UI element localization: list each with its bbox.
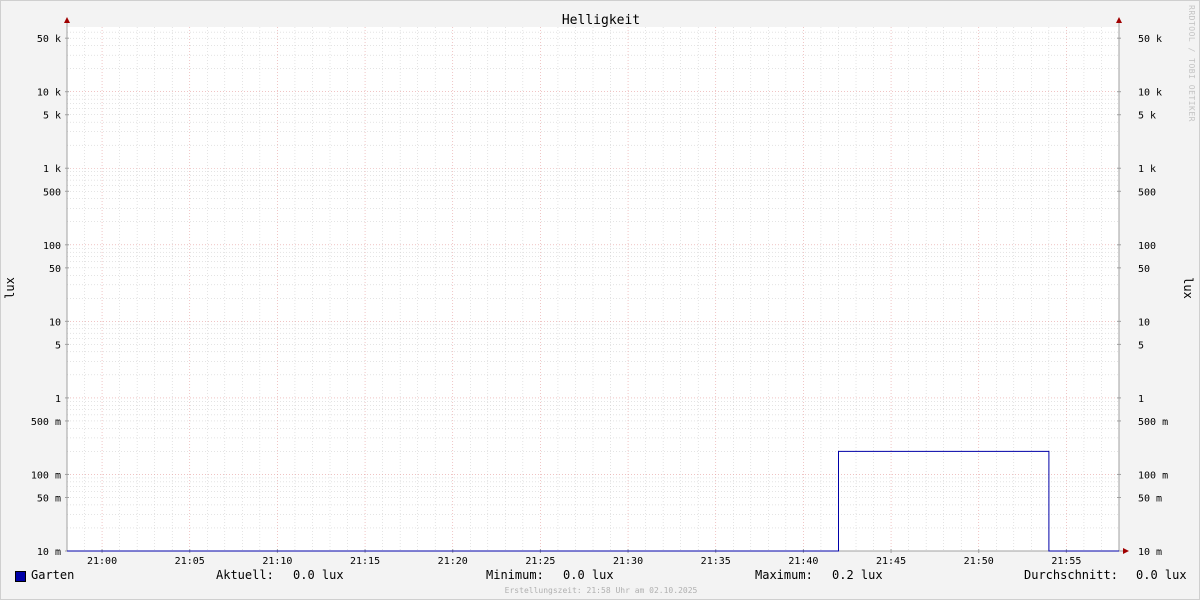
y-tick-label-left: 100 (43, 241, 61, 252)
legend-swatch-garten (15, 571, 26, 582)
x-tick-label: 21:25 (525, 556, 555, 567)
legend-maximum-value: 0.2 lux (832, 568, 883, 582)
y-tick-label-left: 1 (55, 394, 61, 405)
x-tick-label: 21:30 (613, 556, 643, 567)
chart-title: Helligkeit (562, 13, 640, 28)
y-tick-label-left: 500 (43, 187, 61, 198)
y-tick-label-right: 100 m (1138, 470, 1168, 481)
x-tick-label: 21:50 (964, 556, 994, 567)
creation-time-credit: Erstellungszeit: 21:58 Uhr am 02.10.2025 (504, 586, 698, 595)
x-tick-label: 21:05 (175, 556, 205, 567)
x-tick-label: 21:20 (438, 556, 468, 567)
y-tick-label-right: 50 m (1138, 493, 1162, 504)
x-axis-arrow (1123, 548, 1129, 554)
legend-avg-value: 0.0 lux (1136, 568, 1187, 582)
y-tick-label-right: 5 (1138, 340, 1144, 351)
y-tick-label-right: 50 k (1138, 34, 1162, 45)
y-axis-label-right: lux (1181, 277, 1195, 299)
y-tick-label-left: 500 m (31, 417, 61, 428)
y-tick-label-right: 50 (1138, 264, 1150, 275)
y-axis-label-left: lux (3, 277, 17, 299)
legend-minimum-value: 0.0 lux (563, 568, 614, 582)
x-tick-label: 21:35 (701, 556, 731, 567)
y-axis-right-arrow (1116, 17, 1122, 23)
y-tick-label-left: 10 m (37, 547, 61, 558)
rrdtool-watermark: RRDTOOL / TOBI OETIKER (1187, 5, 1196, 122)
y-tick-label-right: 100 (1138, 241, 1156, 252)
x-tick-label: 21:10 (262, 556, 292, 567)
x-tick-label: 21:40 (788, 556, 818, 567)
y-tick-label-right: 500 m (1138, 417, 1168, 428)
x-tick-label: 21:15 (350, 556, 380, 567)
y-axis-left-arrow (64, 17, 70, 23)
legend-series-name: Garten (31, 568, 75, 582)
legend-avg-label: Durchschnitt: (1024, 568, 1118, 582)
y-tick-label-left: 10 k (37, 88, 61, 99)
legend-aktuell-value: 0.0 lux (293, 568, 344, 582)
x-tick-label: 21:55 (1051, 556, 1081, 567)
y-tick-label-left: 1 k (43, 164, 61, 175)
y-tick-label-left: 5 (55, 340, 61, 351)
y-tick-label-right: 10 (1138, 317, 1150, 328)
legend-aktuell-label: Aktuell: (216, 568, 274, 582)
chart-svg: 10 m 10 m 50 m 50 m 100 m 100 m 500 m 500 m 1 1 5 5… (3, 13, 1195, 567)
x-tick-label: 21:45 (876, 556, 906, 567)
y-tick-label-right: 5 k (1138, 111, 1156, 122)
y-tick-label-left: 50 (49, 264, 61, 275)
y-tick-label-right: 1 k (1138, 164, 1156, 175)
y-tick-label-right: 10 m (1138, 547, 1162, 558)
chart-frame: 10 m 10 m 50 m 50 m 100 m 100 m 500 m 500 m 1 1 5 5… (0, 0, 1200, 600)
legend-minimum-label: Minimum: (486, 568, 544, 582)
legend-maximum-label: Maximum: (755, 568, 813, 582)
y-tick-label-left: 5 k (43, 111, 61, 122)
y-tick-label-left: 100 m (31, 470, 61, 481)
y-tick-label-right: 10 k (1138, 88, 1162, 99)
y-tick-label-right: 500 (1138, 187, 1156, 198)
y-tick-label-left: 50 m (37, 493, 61, 504)
x-tick-label: 21:00 (87, 556, 117, 567)
y-tick-label-left: 10 (49, 317, 61, 328)
y-tick-label-left: 50 k (37, 34, 61, 45)
y-tick-label-right: 1 (1138, 394, 1144, 405)
